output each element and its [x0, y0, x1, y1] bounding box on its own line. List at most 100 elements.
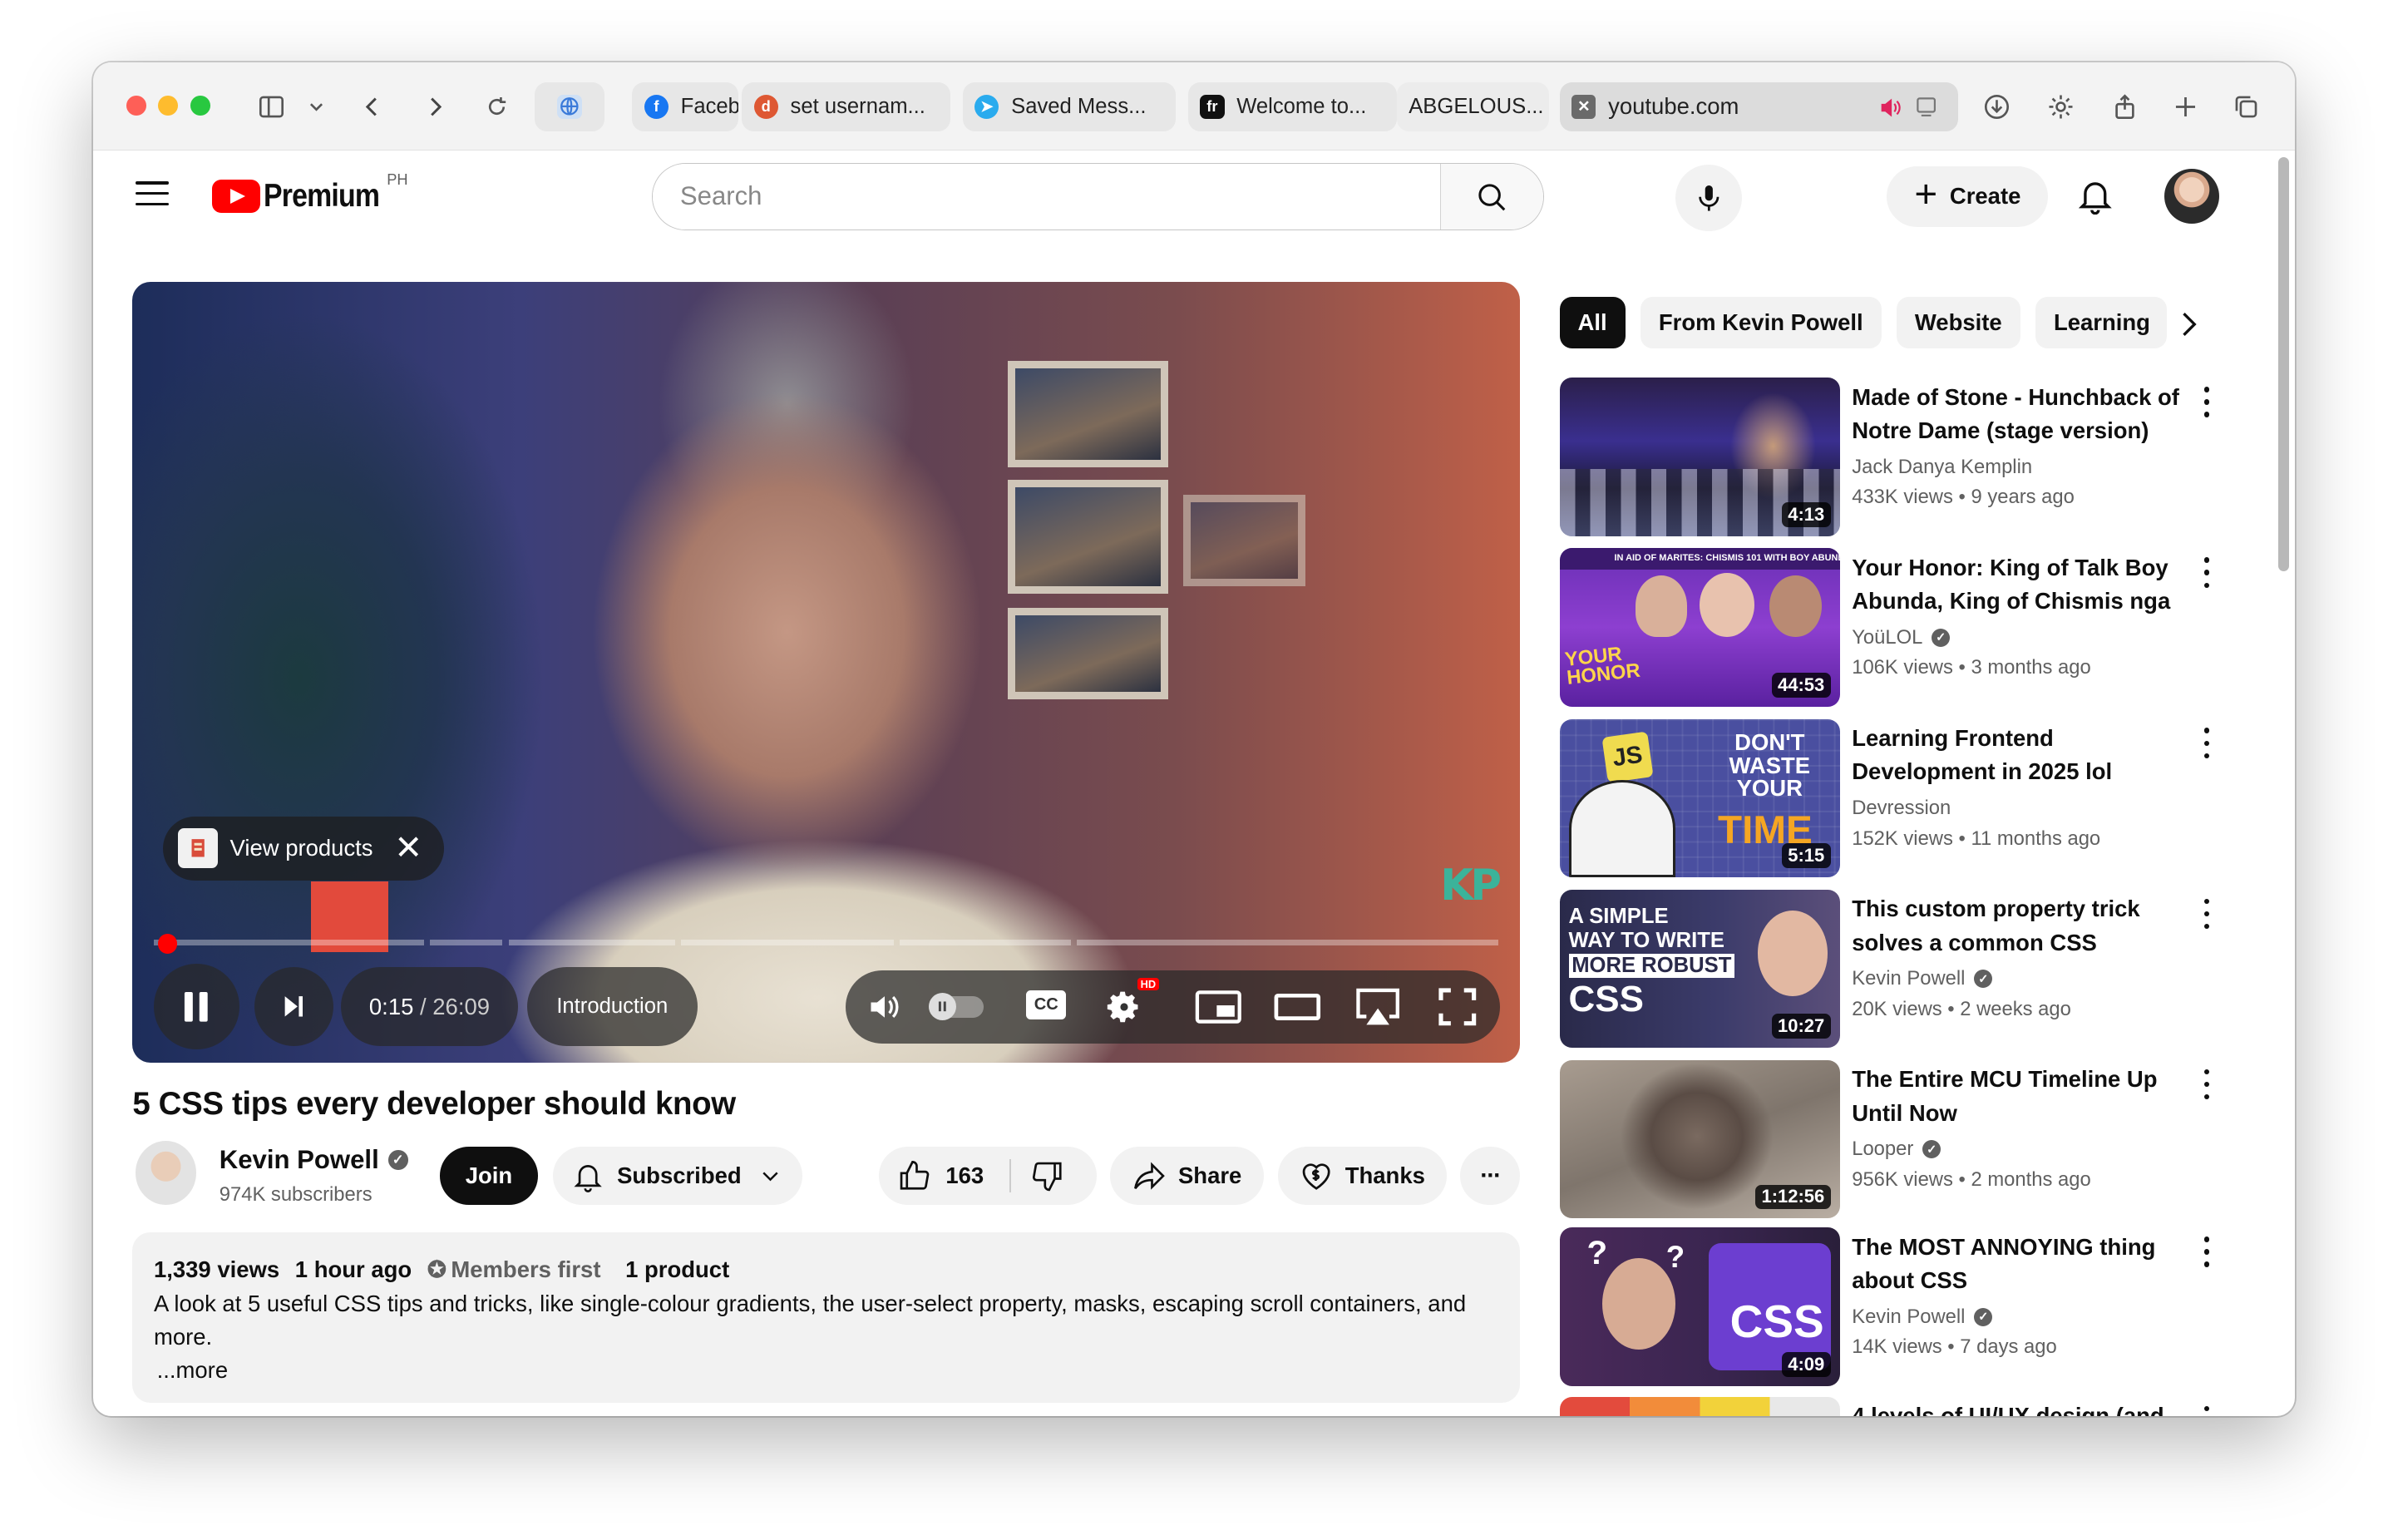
recommendation-item[interactable]: 4 levels of UI/UX design (and	[1559, 1396, 2230, 1417]
video-player[interactable]: View products ✕ KP 0:15 / 26:09 Introduc…	[132, 281, 1520, 1064]
thanks-button[interactable]: Thanks	[1277, 1147, 1447, 1205]
channel-name[interactable]: Kevin Powell ✓	[220, 1145, 408, 1175]
person-face	[1769, 575, 1822, 637]
more-vert-icon[interactable]	[2202, 1405, 2211, 1417]
progress-bar[interactable]	[153, 940, 1499, 946]
more-vert-icon[interactable]	[2202, 1069, 2211, 1100]
channel-label: Devression	[1852, 796, 1951, 819]
more-vert-icon[interactable]	[2202, 898, 2211, 930]
zoom-window-button[interactable]	[190, 96, 210, 116]
voice-search-button[interactable]	[1675, 164, 1743, 232]
video-thumbnail[interactable]	[1559, 1396, 1840, 1417]
more-vert-icon[interactable]	[2202, 728, 2211, 759]
recommendation-item[interactable]: IN AID OF MARITES: CHISMIS 101 WITH BOY …	[1559, 548, 2230, 707]
tab-label: Welcome to...	[1236, 94, 1367, 118]
verified-icon: ✓	[387, 1150, 408, 1171]
more-vert-icon[interactable]	[2202, 1236, 2211, 1267]
sidebar-toggle-icon[interactable]	[254, 90, 288, 123]
recommendation-item[interactable]: 1:12:56 The Entire MCU Timeline Up Until…	[1559, 1059, 2230, 1219]
time-total: 26:09	[432, 993, 491, 1019]
video-thumbnail[interactable]: CSS ? ? 4:09	[1559, 1227, 1840, 1386]
age-label: 3 months ago	[1971, 656, 2091, 679]
next-button[interactable]	[254, 967, 334, 1047]
chip-all[interactable]: All	[1559, 297, 1626, 349]
more-vert-icon[interactable]	[2202, 387, 2211, 417]
join-button[interactable]: Join	[440, 1147, 538, 1205]
separator-dot: •	[1958, 656, 1966, 679]
video-thumbnail[interactable]: A SIMPLE WAY TO WRITE MORE ROBUST CSS 10…	[1559, 889, 1840, 1049]
volume-icon[interactable]	[863, 985, 905, 1028]
video-thumbnail[interactable]: JS DON'T WASTE YOUR TIME 5:15	[1559, 718, 1840, 877]
youtube-premium-logo[interactable]: Premium	[211, 178, 395, 215]
minimize-window-button[interactable]	[158, 96, 179, 116]
share-icon[interactable]	[2108, 90, 2141, 123]
like-button[interactable]: 163	[897, 1159, 984, 1192]
more-actions-button[interactable]: ···	[1460, 1147, 1520, 1205]
close-icon[interactable]: ✕	[394, 831, 422, 865]
view-products-button[interactable]: View products ✕	[162, 816, 444, 881]
chip-from-kevin-powell[interactable]: From Kevin Powell	[1640, 297, 1882, 349]
airplay-icon[interactable]	[1351, 984, 1406, 1029]
tab-abgelous[interactable]: ABGELOUS...	[1396, 81, 1549, 131]
tab-telegram[interactable]: ➤ Saved Mess...	[962, 81, 1176, 131]
recommendation-item[interactable]: 4:13 Made of Stone - Hunchback of Notre …	[1559, 378, 2230, 536]
fullscreen-icon[interactable]	[1436, 987, 1478, 1027]
share-button[interactable]: Share	[1110, 1147, 1265, 1205]
recommendation-item[interactable]: CSS ? ? 4:09 The MOST ANNOYING thing abo…	[1559, 1227, 2230, 1386]
tab-welcome[interactable]: fr Welcome to...	[1187, 81, 1397, 131]
pause-button[interactable]	[153, 964, 239, 1049]
chevron-right-icon[interactable]	[2170, 306, 2207, 343]
pinned-tab[interactable]	[534, 81, 605, 131]
progress-scrubber[interactable]	[157, 933, 178, 954]
divider	[1009, 1158, 1012, 1193]
more-vert-icon[interactable]	[2202, 557, 2211, 588]
reader-icon[interactable]	[1914, 95, 1938, 125]
description-box[interactable]: 1,339 views 1 hour ago ✪ Members first 1 …	[132, 1232, 1520, 1403]
search-icon	[1478, 184, 1506, 211]
reload-icon[interactable]	[480, 90, 513, 123]
theater-mode-icon[interactable]	[1271, 987, 1323, 1027]
recommendation-item[interactable]: JS DON'T WASTE YOUR TIME 5:15 Learning F…	[1559, 718, 2230, 877]
tab-youtube[interactable]: ✕ youtube.com	[1559, 81, 1959, 131]
thumbnail-headline: DON'T WASTE YOUR	[1729, 729, 1811, 802]
subscribed-button[interactable]: Subscribed	[552, 1147, 803, 1205]
description-meta: 1,339 views 1 hour ago ✪ Members first 1 …	[154, 1253, 1498, 1286]
video-thumbnail[interactable]: 4:13	[1559, 378, 1840, 536]
settings-icon[interactable]	[2044, 90, 2077, 123]
view-products-label: View products	[229, 835, 373, 861]
account-avatar[interactable]	[2164, 169, 2219, 225]
search-input[interactable]	[652, 163, 1440, 230]
chip-learning[interactable]: Learning	[2035, 297, 2167, 349]
menu-icon[interactable]	[136, 180, 170, 209]
speaker-icon[interactable]	[1877, 95, 1903, 126]
heart-dollar-icon	[1302, 1163, 1330, 1190]
download-icon[interactable]	[1980, 90, 2013, 123]
upload-age: 1 hour ago	[294, 1256, 412, 1283]
create-button[interactable]: + Create	[1887, 165, 2049, 227]
video-thumbnail[interactable]: 1:12:56	[1559, 1059, 1840, 1219]
time-display: 0:15 / 26:09	[341, 967, 518, 1047]
settings-gear-icon[interactable]: HD	[1101, 977, 1159, 1029]
tab-duckduckgo[interactable]: d set usernam...	[741, 81, 950, 131]
recommendation-item[interactable]: A SIMPLE WAY TO WRITE MORE ROBUST CSS 10…	[1559, 889, 2230, 1049]
tab-facebook[interactable]: f Faceb	[632, 81, 739, 131]
notifications-bell-icon[interactable]	[2075, 175, 2115, 218]
new-tab-icon[interactable]	[2168, 90, 2202, 123]
chip-website[interactable]: Website	[1896, 297, 2020, 349]
channel-avatar[interactable]	[136, 1140, 197, 1205]
miniplayer-icon[interactable]	[1192, 987, 1244, 1027]
back-icon[interactable]	[357, 90, 390, 123]
forward-icon[interactable]	[417, 90, 451, 123]
close-window-button[interactable]	[126, 96, 146, 116]
close-tab-icon[interactable]: ✕	[1571, 94, 1596, 119]
captions-icon[interactable]: CC	[1025, 989, 1068, 1022]
autoplay-toggle[interactable]	[929, 993, 984, 1021]
show-more-link[interactable]: ...more	[154, 1354, 1498, 1387]
age-label: 2 weeks ago	[1960, 997, 2071, 1020]
chapter-button[interactable]: Introduction	[526, 967, 698, 1047]
search-button[interactable]	[1439, 163, 1544, 230]
chevron-down-icon[interactable]	[300, 90, 333, 123]
video-thumbnail[interactable]: IN AID OF MARITES: CHISMIS 101 WITH BOY …	[1559, 548, 1840, 707]
tab-overview-icon[interactable]	[2229, 90, 2262, 123]
dislike-button[interactable]	[1031, 1159, 1064, 1198]
